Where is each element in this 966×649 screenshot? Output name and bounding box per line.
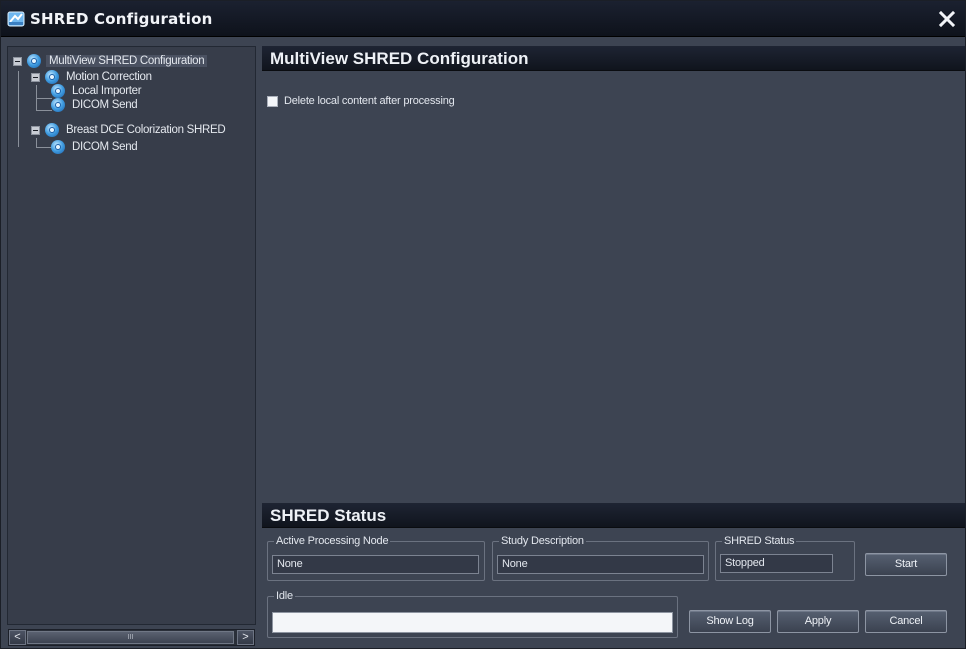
tree-item-label: Breast DCE Colorization SHRED (66, 124, 226, 136)
node-gear-icon (27, 54, 41, 68)
delete-local-content-label: Delete local content after processing (284, 95, 455, 107)
active-processing-node-field: None (272, 555, 479, 574)
tree-connector (36, 110, 52, 111)
tree-item-label: Motion Correction (66, 71, 152, 83)
progress-bar (272, 612, 673, 633)
title-bar[interactable]: SHRED Configuration (1, 1, 965, 37)
close-icon[interactable] (936, 9, 958, 29)
shred-status-label: SHRED Status (724, 535, 795, 547)
tree-item-label: DICOM Send (72, 99, 138, 111)
tree-connector (18, 71, 19, 147)
config-panel-header: MultiView SHRED Configuration (262, 46, 965, 71)
cancel-button[interactable]: Cancel (865, 610, 947, 633)
tree-item-multiview-shred[interactable]: MultiView SHRED Configuration (13, 54, 208, 68)
scrollbar-thumb[interactable]: III (27, 631, 234, 644)
collapse-icon[interactable] (31, 72, 40, 82)
tree-connector (36, 138, 37, 147)
tree-item-local-importer[interactable]: Local Importer (51, 84, 143, 98)
tree-item-label: DICOM Send (72, 141, 138, 153)
configuration-tree[interactable]: MultiView SHRED Configuration Motion Cor… (7, 46, 256, 625)
active-processing-node-label: Active Processing Node (276, 535, 389, 547)
tree-connector (36, 98, 52, 99)
scroll-left-icon[interactable]: < (9, 630, 26, 645)
tree-item-breast-dce-colorization[interactable]: Breast DCE Colorization SHRED (31, 123, 227, 137)
status-panel-title: SHRED Status (270, 506, 387, 525)
start-button[interactable]: Start (865, 553, 947, 576)
node-gear-icon (51, 98, 65, 112)
study-description-label: Study Description (501, 535, 584, 547)
show-log-button[interactable]: Show Log (689, 610, 771, 633)
tree-item-label: MultiView SHRED Configuration (46, 55, 208, 67)
scroll-right-icon[interactable]: > (237, 630, 254, 645)
shred-configuration-window: SHRED Configuration MultiView SHRED Conf… (0, 0, 966, 649)
shred-app-icon (7, 11, 25, 27)
config-panel-body: Delete local content after processing (262, 72, 965, 500)
node-gear-icon (51, 84, 65, 98)
config-panel-title: MultiView SHRED Configuration (270, 49, 529, 68)
tree-item-motion-correction[interactable]: Motion Correction (31, 70, 154, 84)
delete-local-content-option[interactable]: Delete local content after processing (267, 95, 455, 107)
node-gear-icon (51, 140, 65, 154)
window-title: SHRED Configuration (30, 10, 213, 28)
tree-item-dicom-send[interactable]: DICOM Send (51, 98, 139, 112)
tree-item-label: Local Importer (72, 85, 142, 97)
study-description-field: None (497, 555, 704, 574)
node-gear-icon (45, 123, 59, 137)
status-panel-header: SHRED Status (262, 503, 965, 528)
collapse-icon[interactable] (31, 125, 40, 135)
tree-horizontal-scrollbar[interactable]: < III > (8, 629, 255, 646)
node-gear-icon (45, 70, 59, 84)
collapse-icon[interactable] (13, 56, 22, 66)
progress-status-label: Idle (276, 590, 293, 602)
delete-local-content-checkbox[interactable] (267, 95, 278, 107)
tree-item-dicom-send[interactable]: DICOM Send (51, 140, 139, 154)
apply-button[interactable]: Apply (777, 610, 859, 633)
tree-connector (36, 147, 52, 148)
shred-status-field: Stopped (720, 554, 833, 573)
